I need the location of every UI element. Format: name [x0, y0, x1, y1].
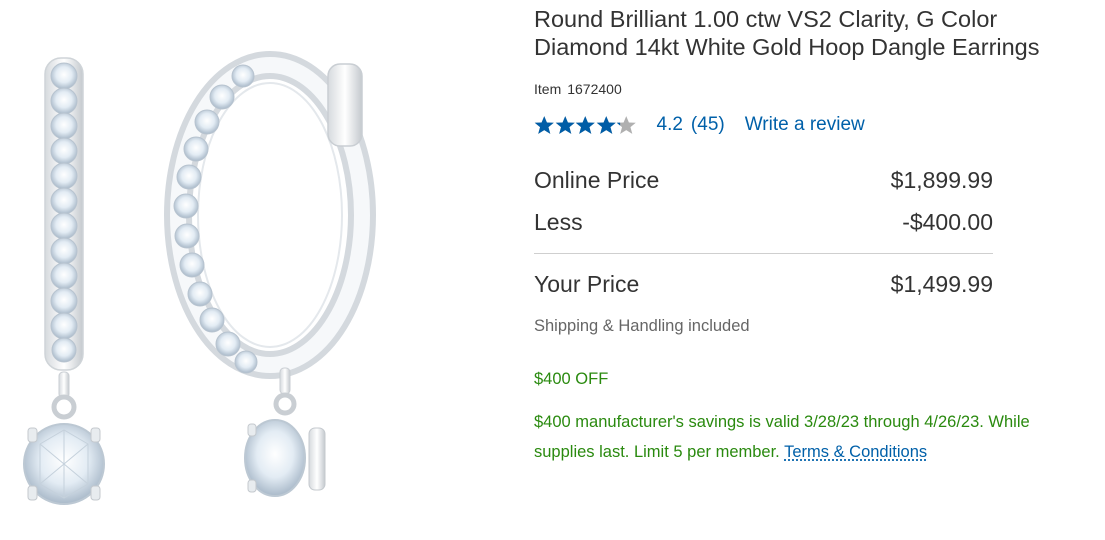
- star-icon: [555, 116, 575, 134]
- product-title: Round Brilliant 1.00 ctw VS2 Clarity, G …: [534, 6, 1040, 60]
- online-price-value: $1,899.99: [890, 167, 993, 193]
- price-divider: [534, 253, 993, 254]
- product-image[interactable]: [0, 0, 520, 540]
- promo-badge: $400 OFF: [534, 370, 609, 388]
- write-review-link[interactable]: Write a review: [745, 114, 865, 136]
- item-number-value: 1672400: [567, 81, 622, 97]
- star-icon: [575, 116, 595, 134]
- your-price-row: Your Price $1,499.99: [534, 271, 993, 298]
- rating-row: 4.2 (45) Write a review: [534, 113, 865, 137]
- your-price-label: Your Price: [534, 271, 640, 297]
- discount-row: Less -$400.00: [534, 209, 993, 236]
- review-count[interactable]: (45): [691, 114, 725, 136]
- your-price-value: $1,499.99: [890, 271, 993, 297]
- left-earring: [23, 57, 105, 505]
- online-price-label: Online Price: [534, 167, 660, 193]
- item-number: Item 1672400: [534, 81, 622, 97]
- item-label: Item: [534, 81, 562, 97]
- star-icon: [616, 116, 636, 134]
- right-earring: [164, 51, 376, 497]
- discount-value: -$400.00: [902, 209, 993, 235]
- rating-value[interactable]: 4.2: [657, 114, 683, 136]
- terms-conditions-link[interactable]: Terms & Conditions: [784, 443, 927, 461]
- promo-description: $400 manufacturer's savings is valid 3/2…: [534, 407, 1074, 467]
- star-icon: [534, 116, 554, 134]
- earrings-illustration: [23, 51, 376, 505]
- online-price-row: Online Price $1,899.99: [534, 167, 993, 194]
- promo-text: $400 manufacturer's savings is valid 3/2…: [534, 413, 1030, 461]
- star-icon: [596, 116, 616, 134]
- star-rating[interactable]: [534, 115, 637, 135]
- shipping-note: Shipping & Handling included: [534, 317, 750, 335]
- discount-label: Less: [534, 209, 583, 235]
